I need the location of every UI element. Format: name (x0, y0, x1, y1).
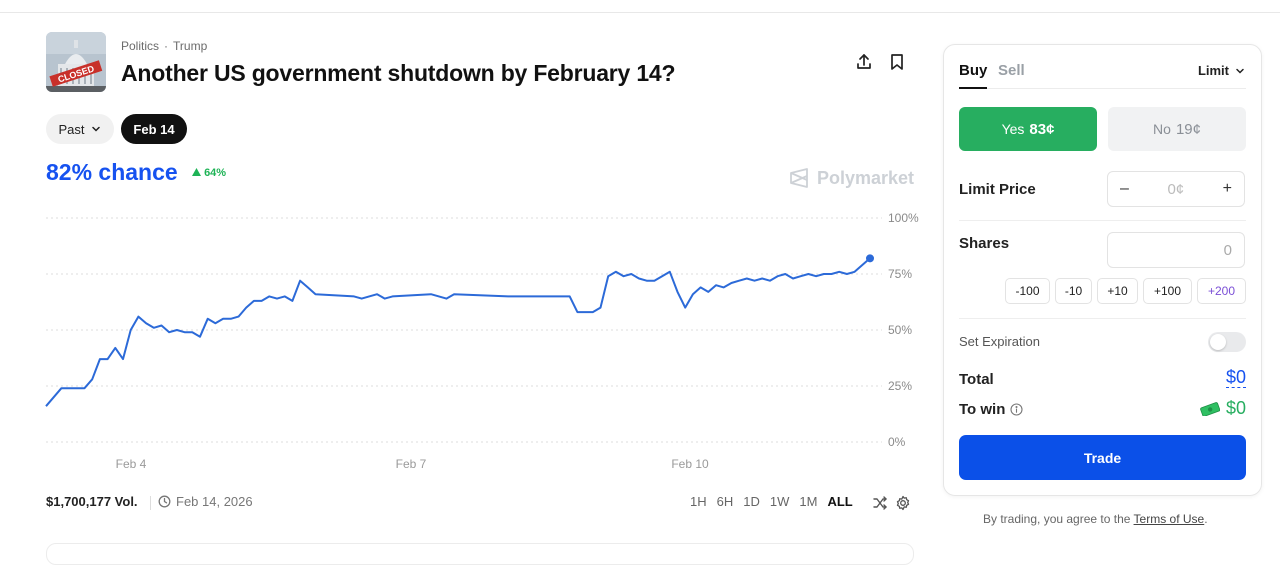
shuffle-icon[interactable] (872, 495, 888, 511)
yes-price-series-line (45, 257, 871, 407)
order-type-label: Limit (1197, 63, 1229, 78)
no-price: 19¢ (1175, 120, 1201, 138)
shares-minus-10-button[interactable]: -10 (1055, 278, 1092, 304)
to-win-value-group: $0 (1200, 398, 1246, 419)
polymarket-logo-icon (790, 168, 808, 188)
total-label: Total (959, 371, 994, 388)
chance-delta: 64% (192, 167, 226, 179)
chevron-down-icon (1236, 68, 1244, 74)
range-1h[interactable]: 1H (690, 494, 707, 509)
total-value: $0 (1225, 367, 1246, 388)
no-label: No (1153, 121, 1171, 137)
to-win-label: To win (959, 401, 1006, 418)
limit-price-input[interactable]: – 0¢ + (1107, 171, 1245, 207)
polymarket-watermark: Polymarket (789, 167, 914, 189)
y-axis-tick-label: 100% (888, 211, 919, 225)
brand-name: Polymarket (817, 167, 915, 188)
shares-label: Shares (959, 235, 1010, 252)
x-axis-tick-label: Feb 10 (671, 457, 709, 471)
x-axis-tick-label: Feb 4 (116, 457, 147, 471)
yes-price: 83¢ (1029, 120, 1055, 138)
no-outcome-button[interactable]: No 19¢ (1108, 107, 1246, 151)
limit-price-label: Limit Price (959, 181, 1036, 198)
yes-outcome-button[interactable]: Yes 83¢ (959, 107, 1097, 151)
trade-button[interactable]: Trade (959, 435, 1246, 480)
increment-button[interactable]: + (1223, 180, 1232, 198)
terms-prefix: By trading, you agree to the (983, 512, 1134, 526)
shares-input[interactable]: 0 (1107, 232, 1245, 268)
top-divider (0, 12, 1280, 13)
decrement-button[interactable]: – (1120, 180, 1129, 198)
delta-value: 64% (204, 167, 227, 179)
limit-price-value: 0¢ (1167, 180, 1185, 198)
end-date-text: Feb 14, 2026 (176, 494, 253, 509)
tab-sell[interactable]: Sell (998, 62, 1025, 79)
order-type-dropdown[interactable]: Limit (1198, 63, 1246, 78)
to-win-label-group: To win (959, 401, 1023, 418)
active-tab-indicator (959, 87, 987, 89)
y-axis-tick-label: 0% (888, 435, 906, 449)
chevron-down-icon (91, 126, 100, 132)
expiration-toggle[interactable] (1208, 332, 1246, 352)
terms-suffix: . (1204, 512, 1208, 526)
price-chart[interactable]: 100% 75% 50% 25% 0% Feb 4 Feb 7 Feb 10 (0, 200, 930, 476)
breadcrumb-separator: · (164, 39, 169, 53)
range-all[interactable]: ALL (827, 494, 852, 509)
y-axis-tick-label: 25% (888, 379, 912, 393)
clock-icon (158, 495, 171, 508)
settings-gear-icon[interactable] (895, 495, 911, 511)
terms-of-use-link[interactable]: Terms of Use (1134, 512, 1205, 526)
footer-separator (150, 496, 151, 510)
breadcrumb-category[interactable]: Politics (121, 39, 159, 53)
lower-section-card (46, 543, 914, 565)
range-6h[interactable]: 6H (717, 494, 734, 509)
toggle-knob (1210, 334, 1226, 350)
shares-plus-10-button[interactable]: +10 (1097, 278, 1138, 304)
divider (959, 220, 1246, 221)
y-axis-tick-label: 75% (888, 267, 912, 281)
shares-plus-100-button[interactable]: +100 (1143, 278, 1192, 304)
past-dropdown[interactable]: Past (46, 114, 114, 144)
info-icon[interactable] (1010, 403, 1023, 416)
trade-panel: Buy Sell Limit Yes 83¢ No 19¢ Limit Pric… (943, 44, 1262, 496)
past-label: Past (58, 121, 85, 137)
market-title: Another US government shutdown by Februa… (121, 60, 676, 86)
yes-label: Yes (1001, 121, 1025, 137)
breadcrumb: Politics · Trump (121, 39, 207, 53)
tab-buy[interactable]: Buy (959, 62, 987, 79)
bookmark-icon[interactable] (887, 52, 907, 72)
breadcrumb-subcategory[interactable]: Trump (173, 39, 207, 53)
market-thumbnail: CLOSED (46, 32, 106, 92)
shares-minus-100-button[interactable]: -100 (1005, 278, 1050, 304)
x-axis-tick-label: Feb 7 (396, 457, 427, 471)
to-win-value: $0 (1225, 398, 1246, 418)
latest-price-dot (866, 254, 874, 263)
money-bill-icon (1200, 401, 1220, 416)
triangle-up-icon (192, 168, 201, 176)
tab-divider (959, 88, 1246, 89)
y-axis-tick-label: 50% (888, 323, 912, 337)
chance-value: 82% chance (46, 159, 178, 185)
divider (959, 318, 1246, 319)
range-1m[interactable]: 1M (799, 494, 817, 509)
time-range-selector: 1H 6H 1D 1W 1M ALL (690, 494, 853, 509)
terms-notice: By trading, you agree to the Terms of Us… (983, 512, 1208, 526)
date-pill-feb14[interactable]: Feb 14 (121, 114, 187, 144)
end-date: Feb 14, 2026 (158, 494, 253, 509)
volume: $1,700,177 Vol. (46, 494, 138, 509)
share-icon[interactable] (854, 52, 874, 72)
range-1w[interactable]: 1W (770, 494, 790, 509)
shares-value: 0 (1223, 241, 1232, 259)
set-expiration-label: Set Expiration (959, 334, 1040, 349)
range-1d[interactable]: 1D (743, 494, 760, 509)
shares-plus-200-button[interactable]: +200 (1197, 278, 1246, 304)
